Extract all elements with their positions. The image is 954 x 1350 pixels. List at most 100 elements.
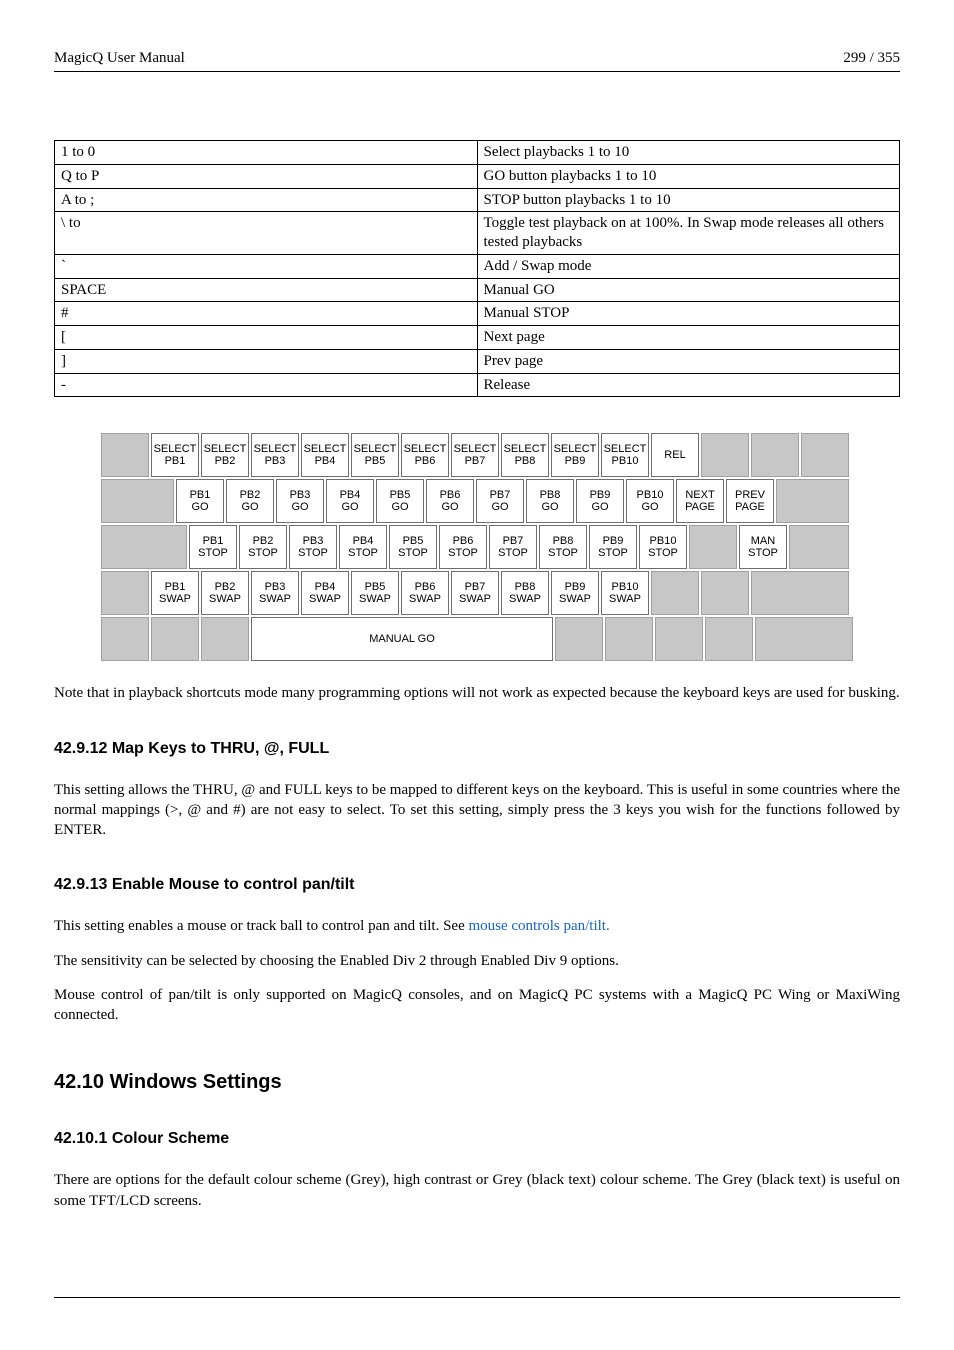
key-stop-1: PB1STOP <box>189 525 237 569</box>
key-select-pb11: REL <box>651 433 699 477</box>
heading-42-9-12: 42.9.12 Map Keys to THRU, @, FULL <box>54 740 900 758</box>
key-stop-5: PB5STOP <box>389 525 437 569</box>
header-pagenum: 299 / 355 <box>843 50 900 67</box>
key-go-1: PB1GO <box>176 479 224 523</box>
key-go-8: PB8GO <box>526 479 574 523</box>
table-row: ]Prev page <box>55 349 900 373</box>
key-stop-12: MANSTOP <box>739 525 787 569</box>
key-go-11: NEXTPAGE <box>676 479 724 523</box>
footer-rule <box>54 1297 900 1298</box>
shortcuts-table: 1 to 0Select playbacks 1 to 10Q to PGO b… <box>54 140 900 397</box>
body-42-9-13-line2: The sensitivity can be selected by choos… <box>54 951 900 971</box>
body-42-9-13-line3: Mouse control of pan/tilt is only suppor… <box>54 985 900 1026</box>
key-blank <box>801 433 849 477</box>
key-blank <box>151 617 199 661</box>
body-42-9-13-line1: This setting enables a mouse or track ba… <box>54 916 900 936</box>
table-row: #Manual STOP <box>55 302 900 326</box>
header-title: MagicQ User Manual <box>54 50 185 67</box>
key-manual-go: MANUAL GO <box>251 617 553 661</box>
key-swap-6: PB6SWAP <box>401 571 449 615</box>
key-swap-8: PB8SWAP <box>501 571 549 615</box>
shortcut-key: \ to <box>55 212 478 255</box>
shortcut-desc: Next page <box>477 326 900 350</box>
key-select-pb8: SELECTPB8 <box>501 433 549 477</box>
key-go-4: PB4GO <box>326 479 374 523</box>
key-blank <box>101 617 149 661</box>
key-stop-7: PB7STOP <box>489 525 537 569</box>
key-go-6: PB6GO <box>426 479 474 523</box>
key-blank <box>605 617 653 661</box>
key-blank <box>751 571 849 615</box>
key-select-pb5: SELECTPB5 <box>351 433 399 477</box>
body-42-10-1: There are options for the default colour… <box>54 1170 900 1211</box>
key-select-pb2: SELECTPB2 <box>201 433 249 477</box>
key-select-pb3: SELECTPB3 <box>251 433 299 477</box>
table-row: 1 to 0Select playbacks 1 to 10 <box>55 141 900 165</box>
table-row: SPACEManual GO <box>55 278 900 302</box>
key-blank <box>201 617 249 661</box>
key-stop-4: PB4STOP <box>339 525 387 569</box>
key-select-pb6: SELECTPB6 <box>401 433 449 477</box>
key-swap-3: PB3SWAP <box>251 571 299 615</box>
key-blank <box>776 479 849 523</box>
key-blank <box>689 525 737 569</box>
key-blank <box>101 433 149 477</box>
key-stop-6: PB6STOP <box>439 525 487 569</box>
para-after-kbd: Note that in playback shortcuts mode man… <box>54 683 900 703</box>
key-stop-3: PB3STOP <box>289 525 337 569</box>
table-row: Q to PGO button playbacks 1 to 10 <box>55 164 900 188</box>
key-go-9: PB9GO <box>576 479 624 523</box>
shortcut-desc: GO button playbacks 1 to 10 <box>477 164 900 188</box>
page-header: MagicQ User Manual 299 / 355 <box>54 50 900 72</box>
key-swap-9: PB9SWAP <box>551 571 599 615</box>
heading-42-9-13: 42.9.13 Enable Mouse to control pan/tilt <box>54 876 900 894</box>
key-swap-4: PB4SWAP <box>301 571 349 615</box>
key-blank <box>755 617 853 661</box>
shortcut-desc: Manual GO <box>477 278 900 302</box>
key-blank <box>789 525 849 569</box>
shortcut-desc: Prev page <box>477 349 900 373</box>
shortcut-desc: Select playbacks 1 to 10 <box>477 141 900 165</box>
key-swap-1: PB1SWAP <box>151 571 199 615</box>
shortcut-key: 1 to 0 <box>55 141 478 165</box>
table-row: A to ;STOP button playbacks 1 to 10 <box>55 188 900 212</box>
text-prefix: This setting enables a mouse or track ba… <box>54 918 468 934</box>
shortcut-key: Q to P <box>55 164 478 188</box>
table-row: \ toToggle test playback on at 100%. In … <box>55 212 900 255</box>
shortcut-desc: Release <box>477 373 900 397</box>
key-blank <box>655 617 703 661</box>
shortcut-desc: Add / Swap mode <box>477 254 900 278</box>
key-select-pb1: SELECTPB1 <box>151 433 199 477</box>
shortcut-key: - <box>55 373 478 397</box>
link-mouse-controls[interactable]: mouse controls pan/tilt. <box>468 918 609 934</box>
shortcut-key: # <box>55 302 478 326</box>
key-select-pb4: SELECTPB4 <box>301 433 349 477</box>
heading-42-10-1: 42.10.1 Colour Scheme <box>54 1130 900 1148</box>
key-swap-2: PB2SWAP <box>201 571 249 615</box>
key-stop-10: PB10STOP <box>639 525 687 569</box>
key-swap-5: PB5SWAP <box>351 571 399 615</box>
shortcut-key: ` <box>55 254 478 278</box>
key-blank <box>101 571 149 615</box>
key-go-2: PB2GO <box>226 479 274 523</box>
key-go-10: PB10GO <box>626 479 674 523</box>
key-blank <box>101 525 187 569</box>
shortcut-key: A to ; <box>55 188 478 212</box>
key-stop-8: PB8STOP <box>539 525 587 569</box>
key-go-7: PB7GO <box>476 479 524 523</box>
shortcut-desc: STOP button playbacks 1 to 10 <box>477 188 900 212</box>
key-select-pb9: SELECTPB9 <box>551 433 599 477</box>
keyboard-diagram: SELECTPB1SELECTPB2SELECTPB3SELECTPB4SELE… <box>54 433 900 661</box>
key-select-pb7: SELECTPB7 <box>451 433 499 477</box>
body-42-9-12: This setting allows the THRU, @ and FULL… <box>54 780 900 841</box>
key-blank <box>101 479 174 523</box>
shortcut-desc: Toggle test playback on at 100%. In Swap… <box>477 212 900 255</box>
key-blank <box>555 617 603 661</box>
table-row: `Add / Swap mode <box>55 254 900 278</box>
key-blank <box>651 571 699 615</box>
shortcut-desc: Manual STOP <box>477 302 900 326</box>
table-row: [Next page <box>55 326 900 350</box>
key-go-5: PB5GO <box>376 479 424 523</box>
shortcut-key: [ <box>55 326 478 350</box>
key-stop-2: PB2STOP <box>239 525 287 569</box>
